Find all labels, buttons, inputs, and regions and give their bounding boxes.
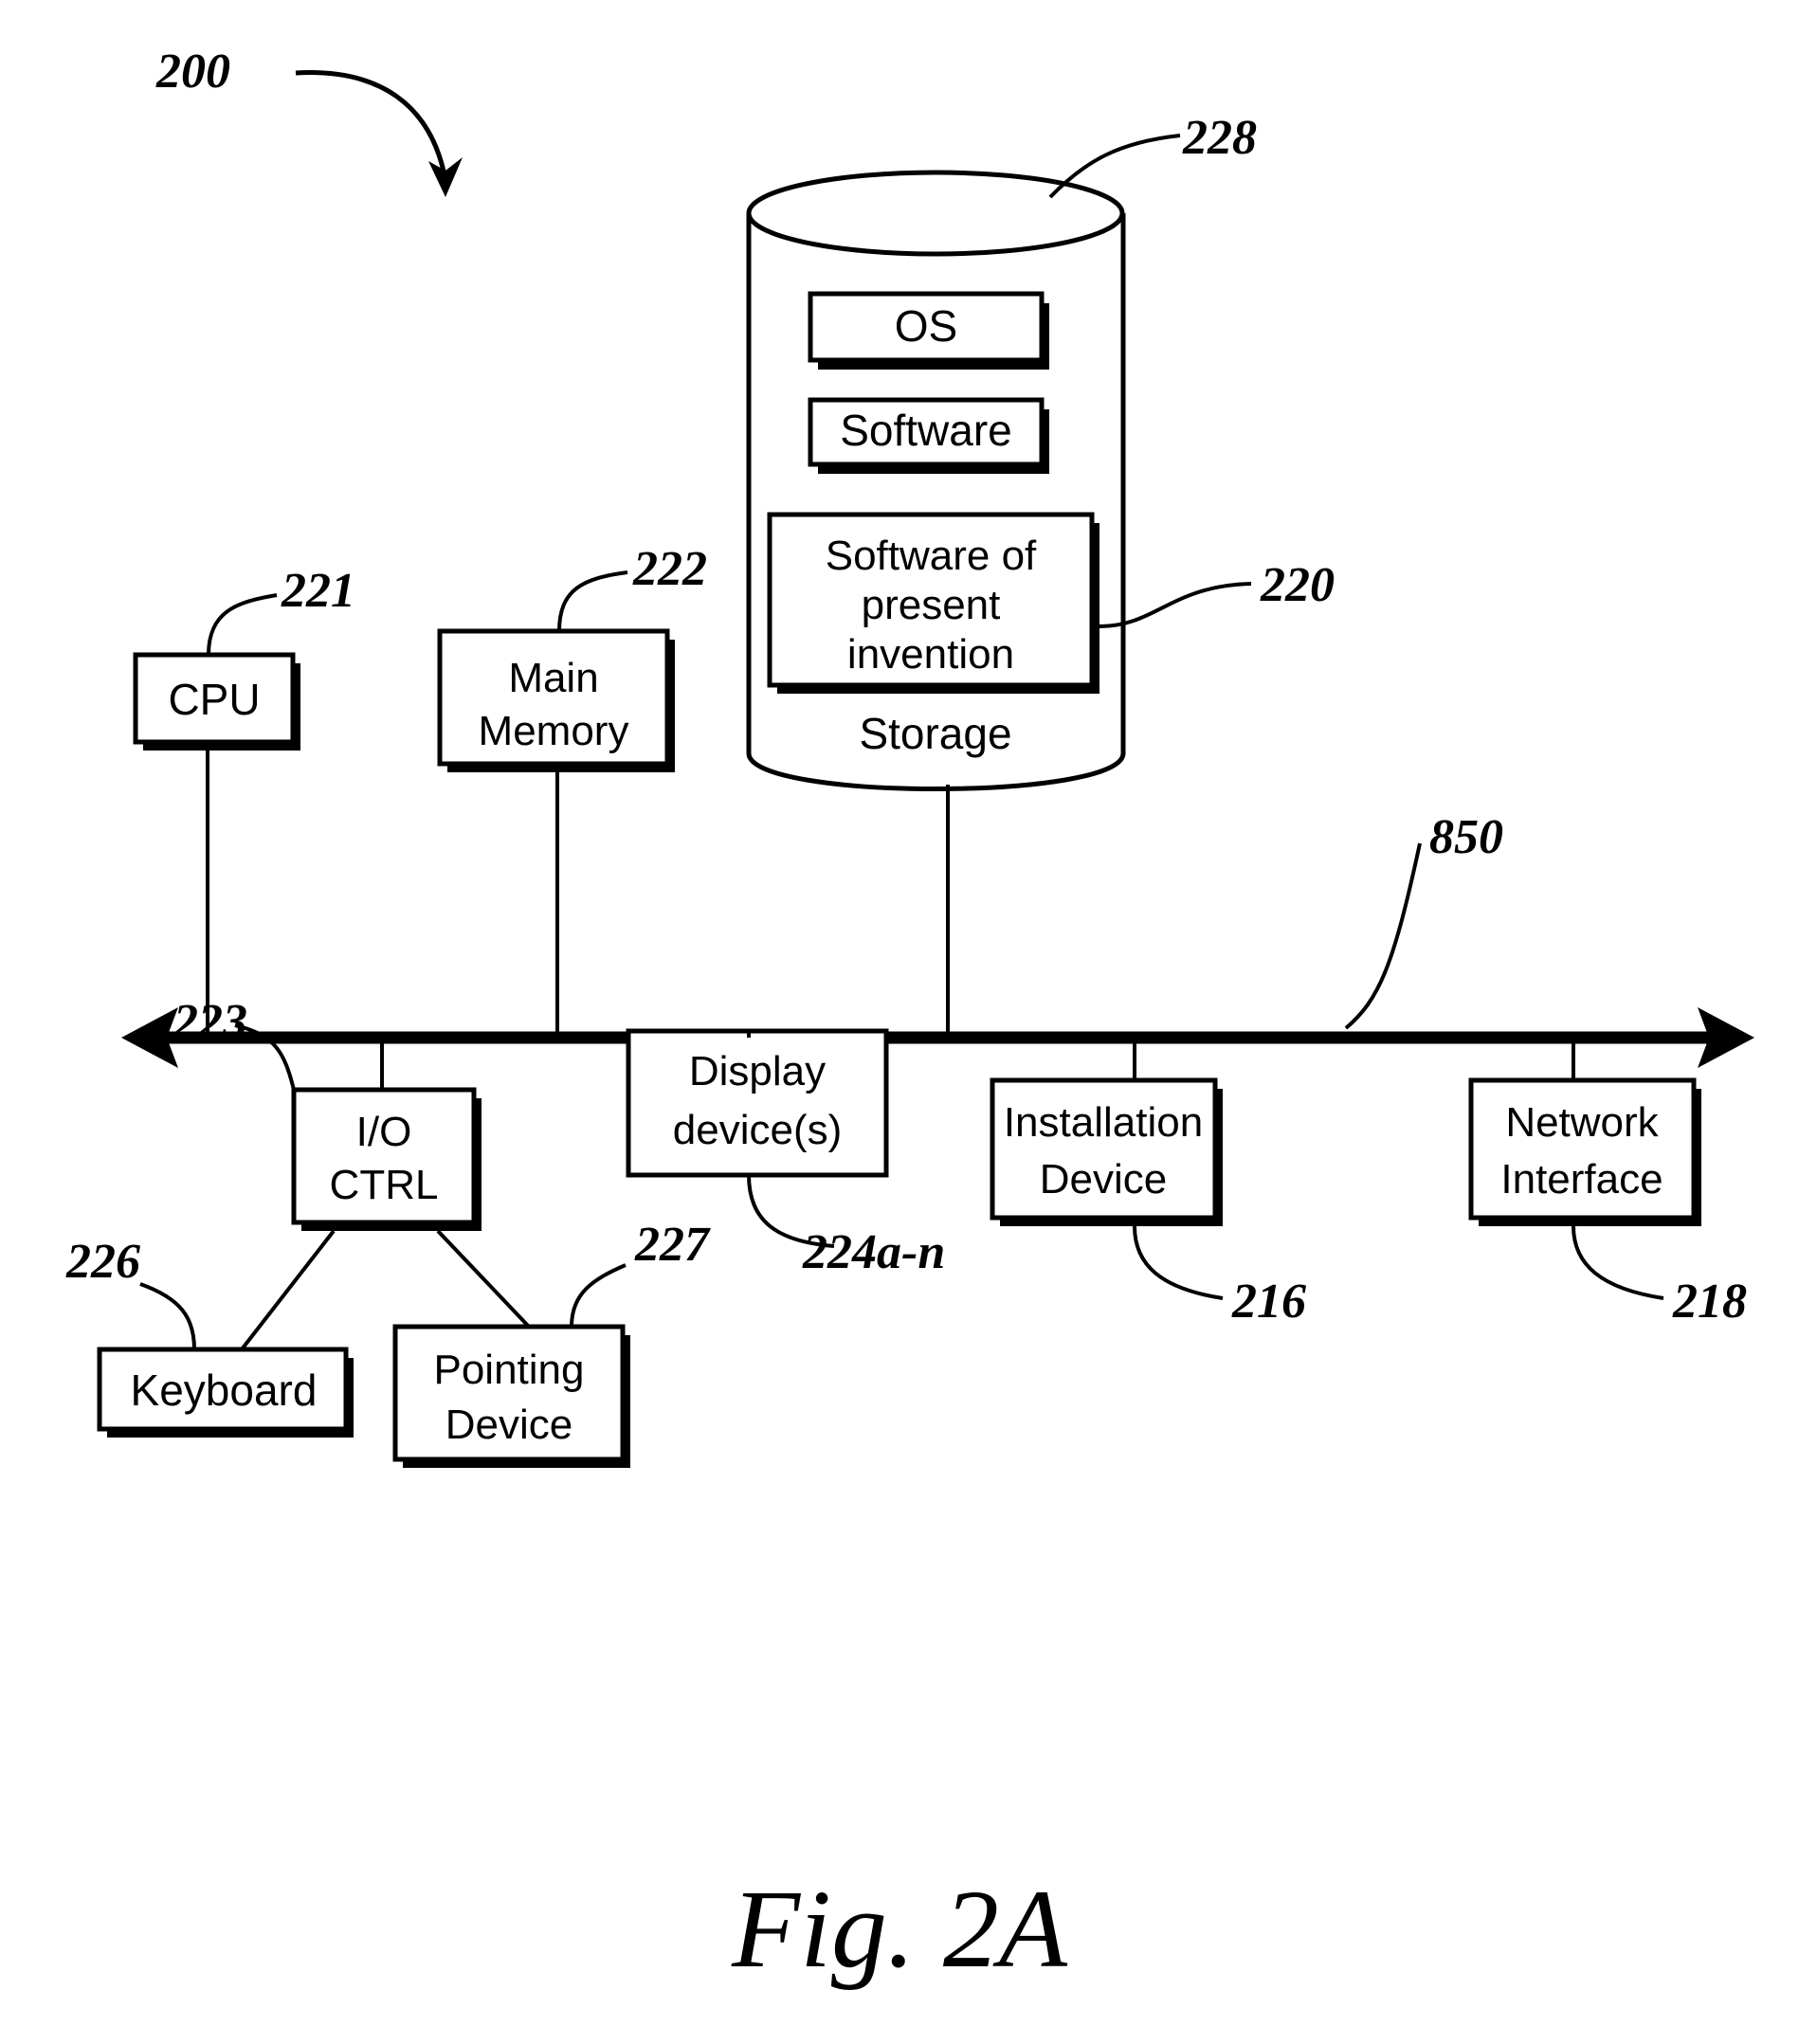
keyboard-label: Keyboard [131,1366,318,1415]
ref-228: 228 [1182,111,1257,165]
ref-200: 200 [155,45,230,99]
installation-device-label-line1: Installation [1004,1099,1203,1146]
storage-item-invention-label-line3: invention [847,631,1014,678]
ref-222: 222 [632,542,707,596]
ref-218: 218 [1672,1275,1747,1329]
ref-850: 850 [1429,810,1503,864]
network-interface-label-line1: Network [1505,1099,1659,1146]
ref-221: 221 [281,564,355,618]
ref-220: 220 [1260,558,1335,612]
storage-item-invention-label-line1: Software of [826,533,1037,579]
storage-ref-leader [1048,134,1181,199]
pointing-device-label-line2: Device [445,1402,573,1448]
ref-216: 216 [1231,1275,1306,1329]
patent-figure-page: 200 228 OS Software Software of present … [0,0,1799,2044]
ref-226: 226 [65,1235,140,1289]
ref-227: 227 [634,1218,711,1272]
pointing-device-label-line1: Pointing [433,1347,584,1393]
io-keyboard-line [240,1229,336,1351]
ref-224a-n: 224a-n [802,1225,945,1279]
storage-item-invention-label-line2: present [862,582,1001,628]
main-memory-label-line2: Memory [479,708,629,754]
display-devices-label-line1: Display [689,1048,826,1094]
storage-cylinder [746,170,1126,791]
cpu-block [133,593,300,751]
io-ctrl-label-line1: I/O [356,1109,412,1155]
network-interface-label-line2: Interface [1500,1156,1663,1203]
system-block-diagram: 200 228 OS Software Software of present … [65,45,1754,1991]
io-ctrl-label-line2: CTRL [330,1162,439,1208]
system-ref-leader [295,70,463,197]
ref-223: 223 [173,995,247,1049]
io-pointing-line [436,1229,531,1329]
storage-item-os-label: OS [895,301,957,351]
figure-caption: Fig. 2A [731,1867,1068,1991]
storage-item-software-label: Software [840,406,1012,455]
display-devices-label-line2: device(s) [673,1107,843,1153]
system-bus [121,842,1754,1068]
main-memory-label-line1: Main [508,655,598,701]
installation-device-label-line2: Device [1040,1156,1168,1203]
storage-label: Storage [859,709,1011,758]
cpu-label: CPU [168,675,260,724]
